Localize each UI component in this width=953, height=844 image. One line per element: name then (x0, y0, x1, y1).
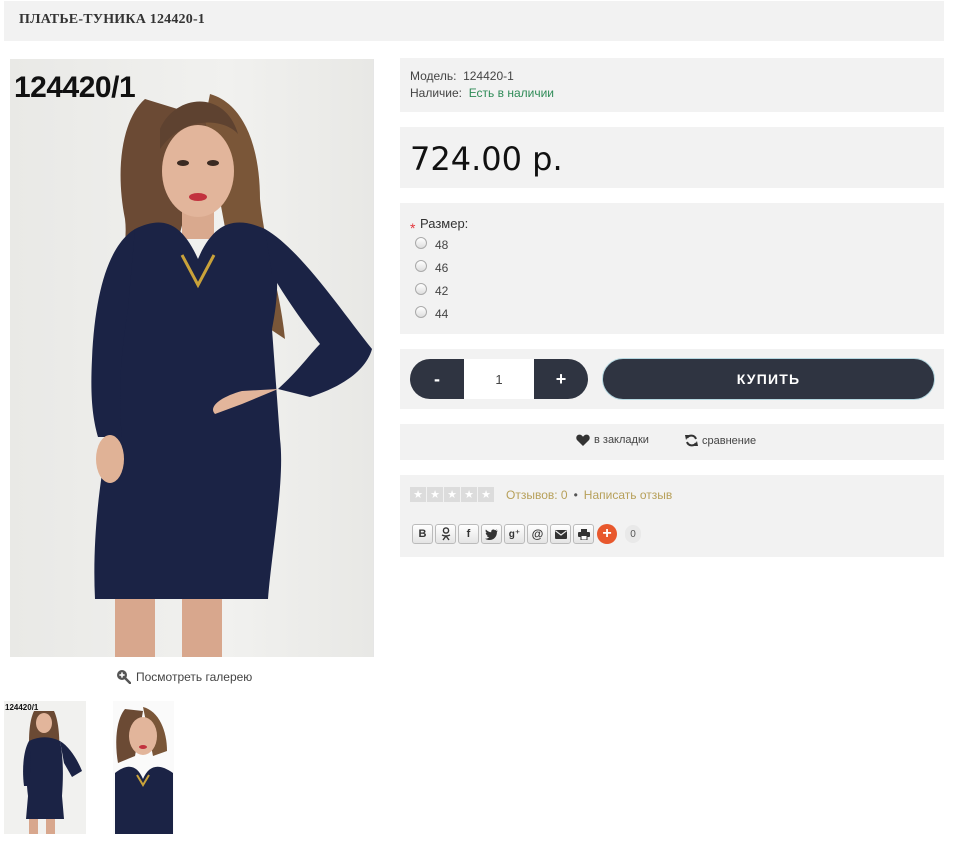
availability-label: Наличие: (410, 86, 463, 100)
heart-icon (576, 434, 590, 446)
size-option-label: 46 (435, 261, 449, 275)
share-count: 0 (625, 525, 641, 543)
share-buttons: B f g⁺ @ + 0 (412, 524, 641, 544)
product-price: 724.00 р. (410, 140, 563, 178)
model-value: 124420-1 (463, 69, 514, 83)
view-gallery-label: Посмотреть галерею (136, 669, 253, 684)
availability-value: Есть в наличии (468, 86, 555, 100)
price-panel: 724.00 р. (400, 127, 944, 188)
odnoklassniki-icon[interactable] (435, 524, 456, 544)
size-radio[interactable] (415, 283, 427, 295)
size-option-48[interactable]: 48 (415, 237, 449, 252)
compare-label: сравнение (702, 434, 757, 447)
buy-button[interactable]: КУПИТЬ (602, 358, 935, 400)
size-radio[interactable] (415, 260, 427, 272)
model-figure (91, 94, 372, 657)
add-to-cart-panel: - + КУПИТЬ (400, 349, 944, 409)
wishlist-label: в закладки (594, 434, 649, 446)
star-empty-icon: ★ (461, 487, 477, 502)
star-empty-icon: ★ (478, 487, 494, 502)
product-main-image[interactable]: 124420/1 (10, 59, 374, 657)
photo-code-overlay: 124420/1 (14, 71, 136, 104)
product-info-panel: Модель: 124420-1 Наличие: Есть в наличии (400, 58, 944, 112)
required-mark: * (410, 220, 416, 236)
size-option-label: 48 (435, 238, 449, 252)
star-empty-icon: ★ (410, 487, 426, 502)
thumbnail-figure (115, 707, 173, 834)
print-icon[interactable] (573, 524, 594, 544)
facebook-icon[interactable]: f (458, 524, 479, 544)
size-option-label: 44 (435, 307, 449, 321)
mail-ru-icon[interactable]: @ (527, 524, 548, 544)
thumbnail-code: 124420/1 (5, 703, 39, 712)
options-panel: * Размер: 48 46 42 44 (400, 203, 944, 334)
size-option-46[interactable]: 46 (415, 260, 449, 275)
page-title: ПЛАТЬЕ-ТУНИКА 124420-1 (19, 12, 206, 27)
gallery-thumbnail[interactable] (113, 701, 174, 834)
add-to-wishlist-link[interactable]: в закладки (576, 434, 649, 446)
google-plus-icon[interactable]: g⁺ (504, 524, 525, 544)
reviews-separator: • (573, 488, 578, 502)
view-gallery-link[interactable]: Посмотреть галерею (116, 669, 252, 684)
star-empty-icon: ★ (444, 487, 460, 502)
size-radio[interactable] (415, 306, 427, 318)
availability-row: Наличие: Есть в наличии (410, 86, 554, 100)
reviews-links: Отзывов: 0 • Написать отзыв (506, 488, 672, 502)
twitter-icon[interactable] (481, 524, 502, 544)
quantity-increase-button[interactable]: + (534, 359, 588, 399)
vk-icon[interactable]: B (412, 524, 433, 544)
refresh-icon (685, 434, 698, 447)
share-more-icon[interactable]: + (597, 524, 617, 544)
size-radio[interactable] (415, 237, 427, 249)
add-to-compare-link[interactable]: сравнение (685, 434, 756, 447)
size-option-label: 42 (435, 284, 449, 298)
wishlist-compare-panel: в закладки сравнение (400, 424, 944, 460)
reviews-share-panel: ★ ★ ★ ★ ★ Отзывов: 0 • Написать отзыв B … (400, 475, 944, 557)
title-bar: ПЛАТЬЕ-ТУНИКА 124420-1 (4, 1, 944, 41)
size-option-44[interactable]: 44 (415, 306, 449, 321)
size-label: Размер: (420, 216, 469, 231)
model-label: Модель: (410, 69, 457, 83)
zoom-icon (117, 670, 131, 684)
email-icon[interactable] (550, 524, 571, 544)
model-row: Модель: 124420-1 (410, 69, 514, 83)
quantity-input[interactable] (464, 359, 534, 399)
quantity-decrease-button[interactable]: - (410, 359, 464, 399)
gallery-thumbnail[interactable]: 124420/1 (4, 701, 86, 834)
size-option-42[interactable]: 42 (415, 283, 449, 298)
thumbnail-figure (23, 711, 82, 834)
rating-stars: ★ ★ ★ ★ ★ (410, 487, 494, 502)
write-review-link[interactable]: Написать отзыв (584, 488, 672, 502)
star-empty-icon: ★ (427, 487, 443, 502)
reviews-count-link[interactable]: Отзывов: 0 (506, 488, 568, 502)
